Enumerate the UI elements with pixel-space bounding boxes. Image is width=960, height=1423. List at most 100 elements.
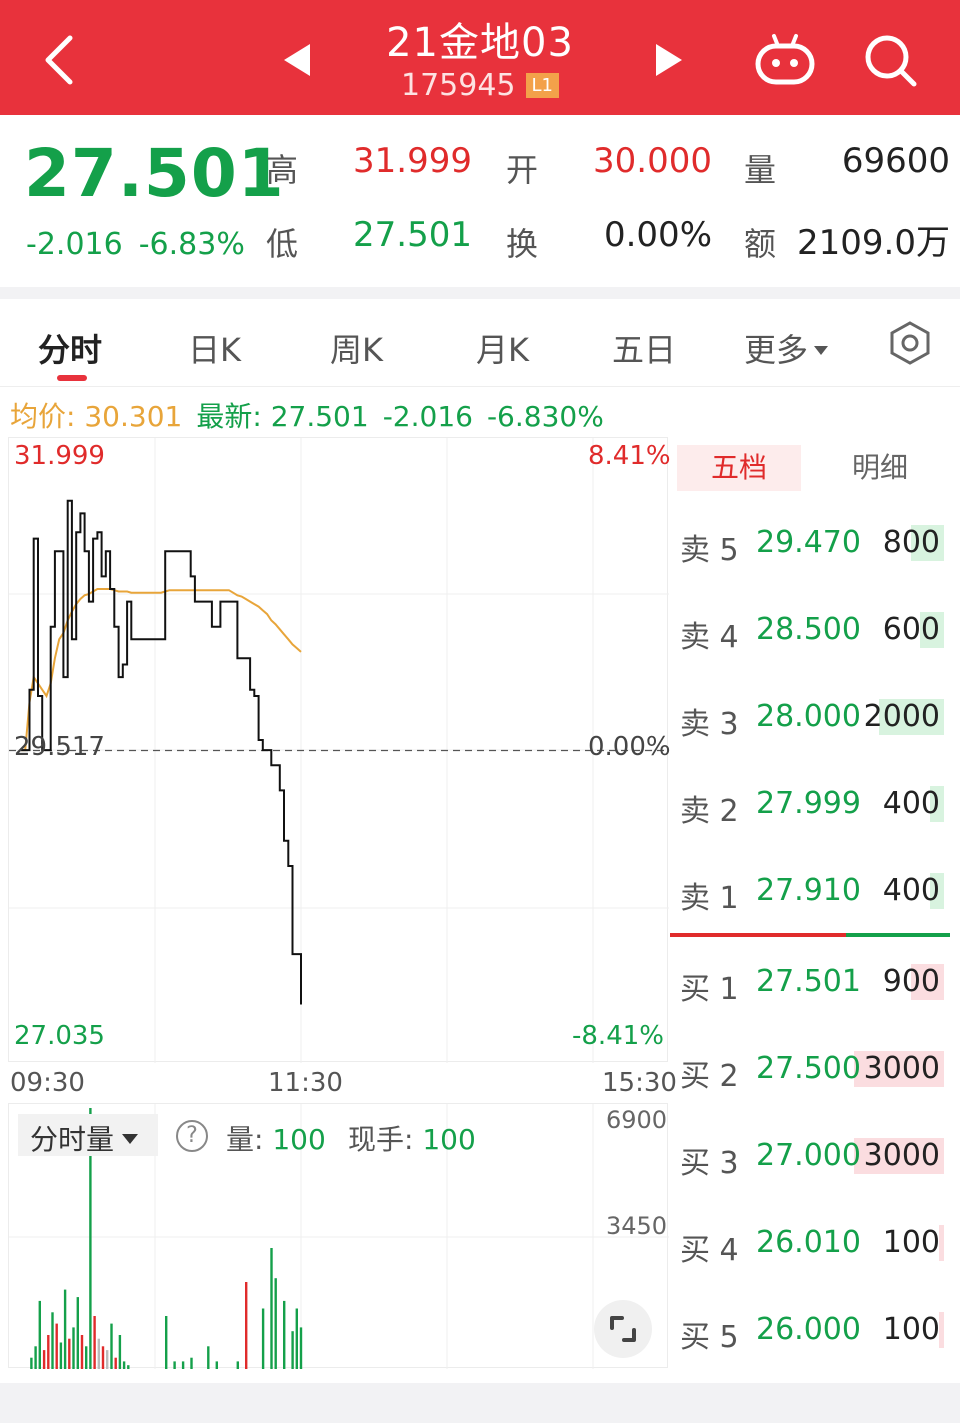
low-label: 低 xyxy=(266,225,299,263)
active-tab-indicator xyxy=(57,375,87,381)
volume-bar xyxy=(106,1350,109,1369)
next-security-icon[interactable] xyxy=(656,44,682,76)
volume-bar xyxy=(165,1316,168,1369)
robot-assistant-icon[interactable] xyxy=(754,32,816,88)
volume-bar xyxy=(181,1361,185,1369)
volume-bar xyxy=(127,1365,130,1369)
volume-axis-mid: 3450 xyxy=(606,1212,668,1240)
avg-price-value: 30.301 xyxy=(84,400,183,433)
volume-bar xyxy=(173,1361,176,1369)
buy-level-label: 买 2 xyxy=(680,1059,739,1094)
volume-bar xyxy=(34,1346,37,1369)
intraday-price-chart[interactable] xyxy=(8,437,669,1063)
open-value: 30.000 xyxy=(593,141,712,181)
latest-value: 27.501 xyxy=(270,400,369,433)
latest-change-pct: -6.830% xyxy=(486,400,604,433)
volume-label: 量 xyxy=(744,151,777,189)
volume-bar xyxy=(122,1361,126,1369)
high-value: 31.999 xyxy=(353,141,472,181)
sell-level-2[interactable]: 卖 4 28.500 600 xyxy=(672,606,944,656)
volume-bar xyxy=(59,1342,63,1369)
latest-price-info: 最新: 27.501 xyxy=(196,400,369,433)
price-change-pct: -6.83% xyxy=(138,227,245,262)
caret-down-icon xyxy=(122,1134,139,1144)
volume-bar xyxy=(47,1335,50,1369)
help-icon[interactable]: ? xyxy=(176,1120,208,1152)
sell-level-3[interactable]: 卖 3 28.000 2000 xyxy=(672,693,944,743)
pct-axis-top-label: 8.41% xyxy=(588,441,671,471)
tab-intraday[interactable]: 分时 xyxy=(38,325,102,371)
sell-level-label: 卖 3 xyxy=(680,707,739,742)
avg-price-info: 均价: 30.301 xyxy=(10,400,183,433)
tab-more[interactable]: 更多 xyxy=(744,325,829,371)
pct-axis-bottom-label: -8.41% xyxy=(572,1021,664,1051)
order-book: 五档 明细 卖 5 29.470 800 卖 4 28.500 600 卖 3 28.000 2… xyxy=(670,437,952,1372)
volume-info: 量: 100 xyxy=(226,1123,326,1156)
buy-level-4[interactable]: 买 4 26.010 100 xyxy=(672,1219,944,1269)
sell-volume: 600 xyxy=(882,612,940,647)
sell-level-4[interactable]: 卖 2 27.999 400 xyxy=(672,780,944,830)
time-label-noon: 11:30 xyxy=(268,1068,343,1098)
tab-five-day[interactable]: 五日 xyxy=(612,325,676,371)
volume-bar xyxy=(93,1316,96,1369)
buy-level-label: 买 1 xyxy=(680,972,739,1007)
quote-summary: 27.501 -2.016 -6.83% 高 31.999 开 30.000 量 … xyxy=(0,115,960,287)
buy-level-5[interactable]: 买 5 26.000 100 xyxy=(672,1306,944,1356)
search-icon[interactable] xyxy=(862,32,918,88)
sell-level-1[interactable]: 卖 5 29.470 800 xyxy=(672,519,944,569)
sell-volume: 800 xyxy=(882,525,940,560)
security-code: 175945 xyxy=(400,68,516,103)
buy-level-2[interactable]: 买 2 27.500 3000 xyxy=(672,1045,944,1095)
security-name: 21金地03 xyxy=(386,20,574,66)
sell-level-label: 卖 1 xyxy=(680,881,739,916)
volume-bar xyxy=(245,1282,248,1369)
volume-bar xyxy=(42,1350,46,1369)
volume-bar xyxy=(101,1346,105,1369)
low-value: 27.501 xyxy=(353,215,472,255)
volume-bar xyxy=(274,1278,277,1369)
buy-volume: 900 xyxy=(882,964,940,999)
volume-bar xyxy=(68,1338,71,1369)
time-label-close: 15:30 xyxy=(602,1068,677,1098)
tab-five-levels[interactable]: 五档 xyxy=(677,445,801,491)
volume-value: 69600 xyxy=(841,141,950,181)
tab-daily-k[interactable]: 日K xyxy=(188,325,241,371)
volume-dropdown-label: 分时量 xyxy=(30,1123,115,1156)
volume-bar xyxy=(63,1289,67,1369)
volume-bar xyxy=(291,1331,294,1369)
price-change: -2.016 xyxy=(26,227,123,262)
volume-bar xyxy=(118,1335,122,1369)
fullscreen-button[interactable] xyxy=(594,1300,652,1358)
volume-bar xyxy=(270,1248,273,1369)
volume-axis-top: 6900 xyxy=(606,1106,668,1134)
buy-level-3[interactable]: 买 3 27.000 3000 xyxy=(672,1132,944,1182)
settings-hexagon-icon[interactable] xyxy=(886,319,934,367)
turnover-value: 0.00% xyxy=(603,215,712,255)
tab-more-label: 更多 xyxy=(744,331,809,369)
tab-monthly-k[interactable]: 月K xyxy=(476,325,529,371)
volume-info-value: 100 xyxy=(272,1123,326,1156)
volume-bar xyxy=(114,1357,117,1369)
volume-indicator-dropdown[interactable]: 分时量 xyxy=(18,1114,158,1156)
buy-volume: 100 xyxy=(882,1312,940,1347)
sell-price: 27.910 xyxy=(756,873,861,908)
sell-price: 28.500 xyxy=(756,612,861,647)
current-hand-label: 现手 xyxy=(348,1123,405,1156)
turnover-label: 换 xyxy=(506,225,539,263)
buy-price: 27.000 xyxy=(756,1138,861,1173)
buy-volume: 100 xyxy=(882,1225,940,1260)
tab-trade-detail[interactable]: 明细 xyxy=(818,445,942,491)
price-change-row: -2.016 -6.83% xyxy=(26,227,261,262)
tab-weekly-k[interactable]: 周K xyxy=(330,325,383,371)
sell-price: 28.000 xyxy=(756,699,861,734)
sell-level-5[interactable]: 卖 1 27.910 400 xyxy=(672,867,944,917)
volume-bar xyxy=(207,1346,210,1369)
buy-level-1[interactable]: 买 1 27.501 900 xyxy=(672,958,944,1008)
buy-level-label: 买 4 xyxy=(680,1233,739,1268)
open-label: 开 xyxy=(506,151,539,189)
sell-level-label: 卖 4 xyxy=(680,620,739,655)
sell-price: 27.999 xyxy=(756,786,861,821)
buy-volume: 3000 xyxy=(863,1051,940,1086)
y-axis-mid-label: 29.517 xyxy=(14,732,105,762)
buy-price: 26.000 xyxy=(756,1312,861,1347)
